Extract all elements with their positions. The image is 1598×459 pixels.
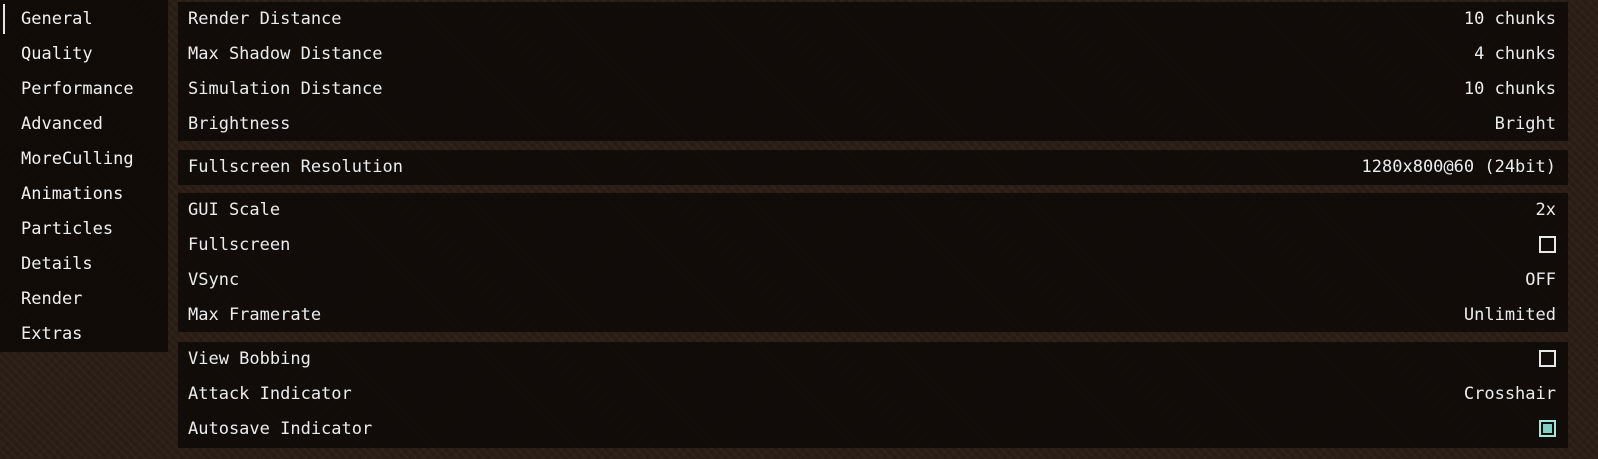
option-label: Attack Indicator [188, 384, 352, 404]
option-simulation-distance[interactable]: Simulation Distance 10 chunks [178, 72, 1568, 107]
sidebar-item-render[interactable]: Render [0, 282, 168, 316]
option-value: 2x [1535, 200, 1556, 220]
option-fullscreen-resolution[interactable]: Fullscreen Resolution 1280x800@60 (24bit… [178, 150, 1568, 185]
option-label: Autosave Indicator [188, 419, 373, 439]
option-value: 10 chunks [1463, 9, 1556, 29]
option-brightness[interactable]: Brightness Bright [178, 107, 1568, 142]
option-label: Brightness [188, 114, 291, 134]
option-label: Simulation Distance [188, 79, 383, 99]
option-group-display: GUI Scale 2x Fullscreen VSync OFF Max Fr… [178, 193, 1568, 332]
option-max-framerate[interactable]: Max Framerate Unlimited [178, 298, 1568, 333]
option-value: Unlimited [1463, 305, 1556, 325]
option-value: 10 chunks [1463, 79, 1556, 99]
option-label: View Bobbing [188, 349, 311, 369]
sidebar-item-extras[interactable]: Extras [0, 317, 168, 351]
option-value: OFF [1525, 270, 1556, 290]
option-render-distance[interactable]: Render Distance 10 chunks [178, 2, 1568, 37]
autosave-indicator-checkbox[interactable] [1539, 420, 1556, 437]
sidebar-item-label: Performance [21, 79, 134, 99]
option-gui-scale[interactable]: GUI Scale 2x [178, 193, 1568, 228]
sidebar-item-particles[interactable]: Particles [0, 212, 168, 246]
sidebar-item-quality[interactable]: Quality [0, 37, 168, 71]
option-value: Crosshair [1463, 384, 1556, 404]
option-label: Fullscreen [188, 235, 291, 255]
option-group-misc: View Bobbing Attack Indicator Crosshair … [178, 342, 1568, 448]
option-label: GUI Scale [188, 200, 281, 220]
sidebar-item-label: MoreCulling [21, 149, 134, 169]
sidebar-item-label: Quality [21, 44, 93, 64]
option-label: Render Distance [188, 9, 342, 29]
option-view-bobbing[interactable]: View Bobbing [178, 342, 1568, 377]
sidebar-item-advanced[interactable]: Advanced [0, 107, 168, 141]
option-value: 1280x800@60 (24bit) [1361, 157, 1556, 177]
sidebar-item-details[interactable]: Details [0, 247, 168, 281]
option-attack-indicator[interactable]: Attack Indicator Crosshair [178, 377, 1568, 412]
option-label: VSync [188, 270, 240, 290]
option-autosave-indicator[interactable]: Autosave Indicator [178, 412, 1568, 447]
sidebar-item-label: Render [21, 289, 83, 309]
sidebar-item-label: Particles [21, 219, 114, 239]
sidebar-item-animations[interactable]: Animations [0, 177, 168, 211]
sidebar-item-label: General [21, 9, 93, 29]
options-sidebar: General Quality Performance Advanced Mor… [0, 0, 168, 352]
sidebar-item-label: Details [21, 254, 93, 274]
option-label: Max Shadow Distance [188, 44, 383, 64]
option-value: Bright [1494, 114, 1556, 134]
option-max-shadow-distance[interactable]: Max Shadow Distance 4 chunks [178, 37, 1568, 72]
option-vsync[interactable]: VSync OFF [178, 263, 1568, 298]
view-bobbing-checkbox[interactable] [1539, 350, 1556, 367]
option-fullscreen[interactable]: Fullscreen [178, 228, 1568, 263]
sidebar-item-general[interactable]: General [0, 2, 168, 36]
fullscreen-checkbox[interactable] [1539, 236, 1556, 253]
option-value: 4 chunks [1474, 44, 1556, 64]
sidebar-item-label: Animations [21, 184, 124, 204]
option-group-view: Render Distance 10 chunks Max Shadow Dis… [178, 2, 1568, 141]
sidebar-item-performance[interactable]: Performance [0, 72, 168, 106]
sidebar-item-label: Extras [21, 324, 83, 344]
option-label: Fullscreen Resolution [188, 157, 403, 177]
option-group-resolution: Fullscreen Resolution 1280x800@60 (24bit… [178, 150, 1568, 185]
option-label: Max Framerate [188, 305, 322, 325]
sidebar-item-label: Advanced [21, 114, 103, 134]
sidebar-item-moreculling[interactable]: MoreCulling [0, 142, 168, 176]
